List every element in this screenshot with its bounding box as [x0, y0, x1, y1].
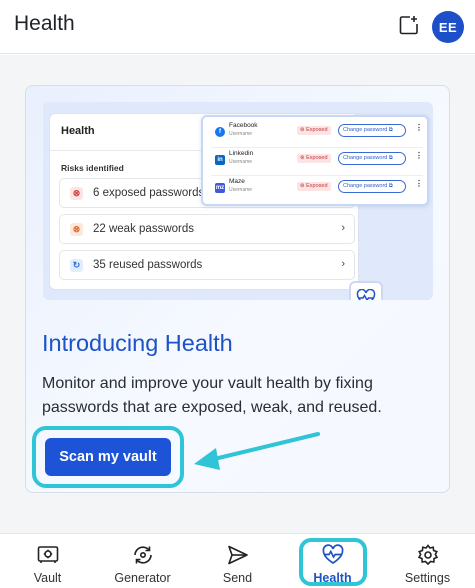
intro-title: Introducing Health	[42, 330, 233, 356]
account-row: mz Maze Username ⊗ Exposed Change passwo…	[203, 175, 427, 203]
avatar[interactable]: EE	[432, 11, 464, 43]
change-password-button: Change password ⧉	[338, 152, 406, 165]
bottom-tab-bar: Vault Generator Send Health Settings	[0, 533, 475, 588]
chevron-right-icon: ›	[341, 222, 345, 234]
change-password-button: Change password ⧉	[338, 124, 406, 137]
more-icon: ⋮	[415, 179, 423, 188]
send-icon	[226, 543, 250, 567]
risk-label: 35 reused passwords	[93, 259, 203, 271]
header: Health EE	[0, 0, 475, 54]
account-username: Username	[229, 187, 253, 193]
badge-label: Exposed	[306, 183, 328, 189]
intro-description: Monitor and improve your vault health by…	[42, 375, 382, 416]
tab-label: Generator	[114, 571, 171, 585]
badge-label: Exposed	[306, 127, 328, 133]
scan-my-vault-button[interactable]: Scan my vault	[45, 438, 171, 476]
badge-label: Exposed	[306, 155, 328, 161]
health-intro-card: Health Risks identified ⊗ 6 exposed pass…	[25, 85, 450, 493]
health-illustration: Health Risks identified ⊗ 6 exposed pass…	[43, 102, 433, 300]
facebook-logo-icon: f	[215, 127, 225, 137]
account-row: in Linkedin Username ⊗ Exposed Change pa…	[203, 147, 427, 175]
linkedin-logo-icon: in	[215, 155, 225, 165]
main-content: Health Risks identified ⊗ 6 exposed pass…	[0, 55, 475, 533]
account-row: f Facebook Username ⊗ Exposed Change pas…	[203, 119, 427, 147]
settings-icon	[416, 543, 440, 567]
risk-row-weak: ⊗ 22 weak passwords ›	[59, 214, 355, 244]
more-icon: ⋮	[415, 151, 423, 160]
tab-settings[interactable]: Settings	[380, 534, 475, 588]
generator-icon	[131, 543, 155, 567]
illustration-panel-title: Health	[61, 125, 95, 137]
health-heart-icon	[349, 281, 383, 300]
x-icon: ⊗	[70, 187, 83, 200]
account-name: Linkedin	[229, 150, 254, 157]
tab-send[interactable]: Send	[190, 534, 285, 588]
scan-button-highlight: Scan my vault	[32, 426, 184, 488]
account-name: Facebook	[229, 122, 258, 129]
chevron-right-icon: ›	[341, 258, 345, 270]
risk-label: 22 weak passwords	[93, 223, 194, 235]
change-label: Change password	[343, 155, 388, 161]
risks-heading: Risks identified	[61, 163, 124, 173]
tab-label: Settings	[404, 571, 451, 585]
change-password-button: Change password ⧉	[338, 180, 406, 193]
tab-label: Vault	[33, 571, 62, 585]
change-label: Change password	[343, 127, 388, 133]
change-label: Change password	[343, 183, 388, 189]
exposed-accounts-panel: f Facebook Username ⊗ Exposed Change pas…	[201, 115, 429, 206]
pointer-arrow-icon	[194, 432, 320, 470]
tab-vault[interactable]: Vault	[0, 534, 95, 588]
x-icon: ⊗	[70, 223, 83, 236]
tab-generator[interactable]: Generator	[95, 534, 190, 588]
new-item-icon[interactable]	[398, 14, 420, 36]
risk-row-reused: ↻ 35 reused passwords ›	[59, 250, 355, 280]
account-name: Maze	[229, 178, 245, 185]
account-username: Username	[229, 131, 253, 137]
vault-icon	[36, 543, 60, 567]
account-username: Username	[229, 159, 253, 165]
exposed-badge: ⊗ Exposed	[297, 126, 331, 135]
exposed-badge: ⊗ Exposed	[297, 182, 331, 191]
health-tab-highlight	[299, 538, 367, 586]
page-title: Health	[14, 12, 75, 35]
maze-logo-icon: mz	[215, 183, 225, 193]
exposed-badge: ⊗ Exposed	[297, 154, 331, 163]
more-icon: ⋮	[415, 123, 423, 132]
tab-label: Send	[222, 571, 253, 585]
refresh-icon: ↻	[70, 259, 83, 272]
risk-label: 6 exposed passwords	[93, 187, 205, 199]
